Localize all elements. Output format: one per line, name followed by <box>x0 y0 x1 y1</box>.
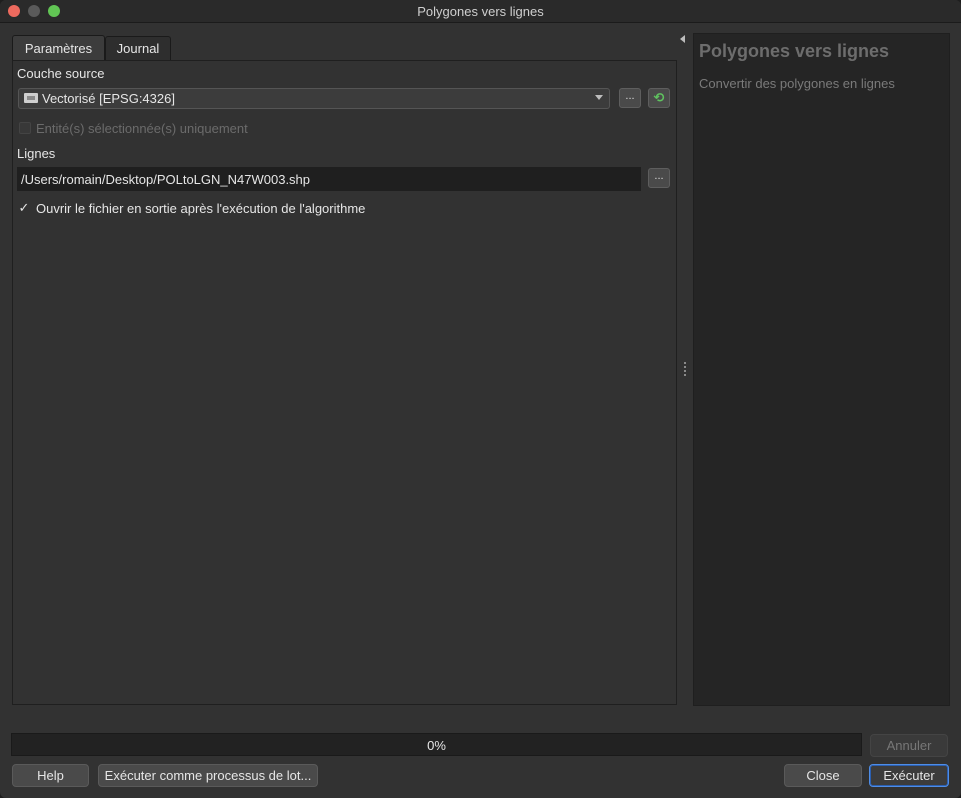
run-button[interactable]: Exécuter <box>869 764 949 787</box>
output-browse-button[interactable]: ... <box>648 168 670 188</box>
dialog-window: Polygones vers lignes Paramètres Journal… <box>0 0 961 798</box>
output-path-input[interactable]: /Users/romain/Desktop/POLtoLGN_N47W003.s… <box>17 167 641 191</box>
selected-only-label: Entité(s) sélectionnée(s) uniquement <box>36 121 248 136</box>
progress-bar: 0% <box>11 733 862 756</box>
window-title: Polygones vers lignes <box>417 4 544 19</box>
polygon-layer-icon <box>24 93 38 103</box>
batch-process-button[interactable]: Exécuter comme processus de lot... <box>98 764 318 787</box>
tab-journal[interactable]: Journal <box>105 36 171 61</box>
splitter-handle[interactable] <box>684 362 687 380</box>
selected-only-checkbox[interactable] <box>19 122 31 134</box>
progress-text: 0% <box>427 738 446 753</box>
help-button[interactable]: Help <box>12 764 89 787</box>
open-output-checkbox[interactable]: ✓ <box>18 201 30 214</box>
iterate-refresh-button[interactable]: ⟲ <box>648 88 670 108</box>
source-layer-label: Couche source <box>17 66 105 81</box>
parameters-panel <box>12 60 677 705</box>
help-description: Convertir des polygones en lignes <box>699 76 895 91</box>
output-path-value: /Users/romain/Desktop/POLtoLGN_N47W003.s… <box>21 172 311 187</box>
help-panel: Polygones vers lignes Convertir des poly… <box>693 33 950 706</box>
title-bar: Polygones vers lignes <box>0 0 961 23</box>
source-browse-button[interactable]: ... <box>619 88 641 108</box>
cancel-button[interactable]: Annuler <box>870 734 948 757</box>
close-button[interactable]: Close <box>784 764 862 787</box>
collapse-arrow-icon[interactable] <box>680 35 685 43</box>
source-layer-combobox[interactable]: Vectorisé [EPSG:4326] <box>18 88 610 109</box>
refresh-icon: ⟲ <box>653 90 665 105</box>
help-title: Polygones vers lignes <box>699 41 890 61</box>
source-layer-value: Vectorisé [EPSG:4326] <box>42 91 175 106</box>
output-lines-label: Lignes <box>17 146 56 161</box>
chevron-down-icon <box>595 95 603 100</box>
open-output-label: Ouvrir le fichier en sortie après l'exéc… <box>36 201 366 216</box>
tab-parametres[interactable]: Paramètres <box>12 35 105 61</box>
